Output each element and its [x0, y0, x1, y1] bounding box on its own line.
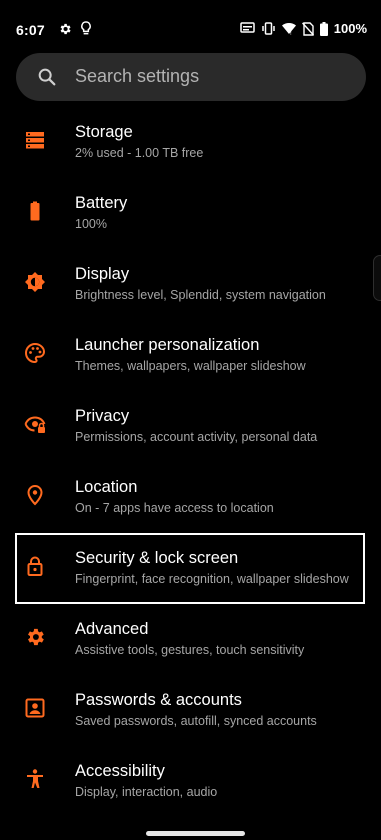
lock-icon: [27, 556, 43, 576]
palette-icon: [25, 342, 46, 364]
privacy-eye-icon: [24, 416, 46, 433]
settings-item-storage[interactable]: Storage 2% used - 1.00 TB free: [0, 107, 381, 178]
search-bar[interactable]: Search settings: [16, 53, 366, 101]
setting-title: Passwords & accounts: [75, 691, 242, 709]
setting-subtitle: 2% used - 1.00 TB free: [75, 146, 204, 160]
settings-item-passwords-accounts[interactable]: Passwords & accounts Saved passwords, au…: [0, 675, 381, 746]
setting-title: Advanced: [75, 620, 149, 638]
storage-icon: [26, 132, 44, 149]
home-gesture-bar[interactable]: [146, 831, 245, 836]
gear-icon: [60, 23, 71, 34]
location-pin-icon: [27, 484, 43, 506]
settings-item-display[interactable]: Display Brightness level, Splendid, syst…: [0, 249, 381, 320]
settings-item-location[interactable]: Location On - 7 apps have access to loca…: [0, 462, 381, 533]
status-time: 6:07: [16, 22, 45, 38]
settings-item-accessibility[interactable]: Accessibility Display, interaction, audi…: [0, 746, 381, 817]
setting-subtitle: Fingerprint, face recognition, wallpaper…: [75, 572, 349, 586]
setting-subtitle: On - 7 apps have access to location: [75, 501, 274, 515]
setting-title: Accessibility: [75, 762, 165, 780]
setting-title: Storage: [75, 123, 133, 141]
scroll-indicator[interactable]: [373, 255, 381, 301]
setting-title: Security & lock screen: [75, 549, 239, 567]
battery-percentage: 100%: [333, 21, 367, 36]
setting-subtitle: Themes, wallpapers, wallpaper slideshow: [75, 359, 306, 373]
no-sim-icon: [301, 21, 314, 36]
wifi-icon: !: [281, 23, 296, 35]
status-bar: 6:07 ! 100%: [0, 0, 381, 40]
setting-subtitle: 100%: [75, 217, 107, 231]
setting-subtitle: Permissions, account activity, personal …: [75, 430, 318, 444]
settings-item-privacy[interactable]: Privacy Permissions, account activity, p…: [0, 391, 381, 462]
setting-subtitle: Brightness level, Splendid, system navig…: [75, 288, 326, 302]
advanced-gear-icon: [28, 628, 44, 646]
battery-icon: [30, 201, 40, 221]
setting-subtitle: Saved passwords, autofill, synced accoun…: [75, 714, 317, 728]
settings-list: Storage 2% used - 1.00 TB free Battery 1…: [0, 107, 381, 817]
status-right-icons: ! 100%: [240, 21, 367, 36]
accessibility-icon: [27, 769, 43, 788]
settings-item-battery[interactable]: Battery 100%: [0, 178, 381, 249]
settings-item-security-lock-screen[interactable]: Security & lock screen Fingerprint, face…: [15, 533, 365, 604]
setting-title: Battery: [75, 194, 128, 212]
setting-title: Display: [75, 265, 130, 283]
battery-status-icon: [319, 21, 328, 36]
status-left-icons: [58, 21, 92, 36]
settings-item-launcher-personalization[interactable]: Launcher personalization Themes, wallpap…: [0, 320, 381, 391]
setting-title: Privacy: [75, 407, 130, 425]
setting-title: Location: [75, 478, 138, 496]
search-placeholder: Search settings: [75, 66, 200, 86]
setting-subtitle: Assistive tools, gestures, touch sensiti…: [75, 643, 305, 657]
vibrate-icon: [262, 22, 275, 35]
setting-subtitle: Display, interaction, audio: [75, 785, 218, 799]
cast-icon: [240, 22, 255, 33]
brightness-icon: [25, 272, 45, 292]
settings-item-advanced[interactable]: Advanced Assistive tools, gestures, touc…: [0, 604, 381, 675]
setting-title: Launcher personalization: [75, 336, 260, 354]
svg-text:!: !: [290, 31, 292, 35]
lightbulb-icon: [81, 21, 91, 35]
account-box-icon: [25, 698, 45, 718]
search-icon: [38, 68, 56, 86]
